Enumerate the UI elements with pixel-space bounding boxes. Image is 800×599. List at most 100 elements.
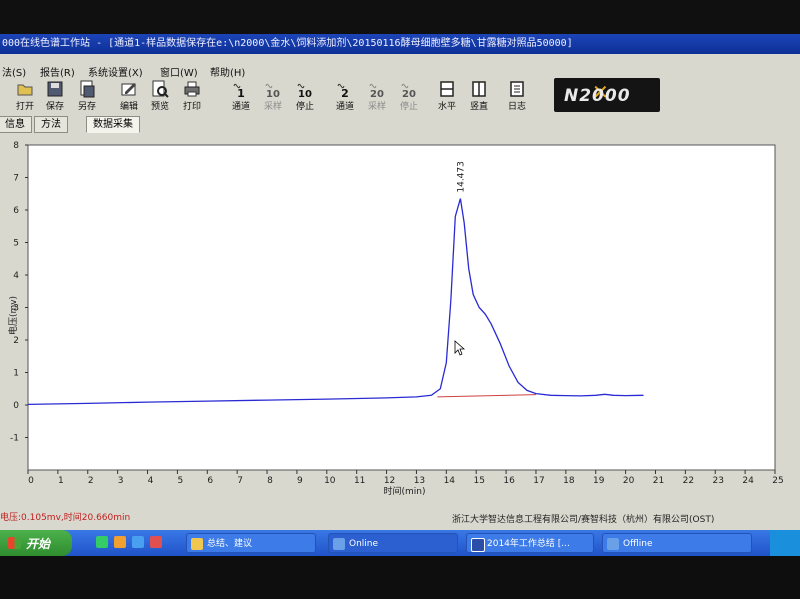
save-button[interactable]: 保存 (38, 80, 72, 112)
open-button[interactable]: 打开 (8, 80, 42, 112)
stop-2-button[interactable]: 20 停止 (392, 80, 426, 112)
tile-horizontal-icon (440, 81, 454, 97)
chromatogram-panel: -1 0 1 2 3 4 5 6 7 8 0 1 2 3 4 5 6 7 8 9 10 11 12 13 14 15 16 17 18… (0, 133, 800, 510)
menu-item-help[interactable]: 帮助(H) (210, 64, 245, 79)
channel-1-button[interactable]: 1 通道 (224, 80, 258, 112)
x-tick-label: 0 (28, 476, 34, 486)
task-online[interactable]: Online (328, 533, 458, 553)
x-tick-label: 2 (88, 476, 94, 486)
menu-item-method[interactable]: 法(S) (2, 64, 26, 79)
x-tick-label: 12 (384, 476, 395, 486)
menu-bar: 法(S) 报告(R) 系统设置(X) 窗口(W) 帮助(H) (0, 62, 800, 79)
print-button[interactable]: 打印 (175, 80, 209, 112)
tile-vertical-button[interactable]: 竖直 (462, 80, 496, 112)
tile-horizontal-button[interactable]: 水平 (430, 80, 464, 112)
x-tick-label: 18 (563, 476, 575, 486)
x-tick-label: 19 (593, 476, 605, 486)
monitor-bezel-bottom (0, 556, 800, 599)
plot-area (27, 144, 776, 471)
start-button[interactable]: 开始 (0, 530, 72, 556)
y-tick-label: 1 (13, 369, 19, 379)
windows-logo-icon (8, 537, 21, 549)
tab-info[interactable]: 信息 (0, 116, 32, 133)
log-button[interactable]: 日志 (500, 80, 534, 112)
quicklaunch-icon[interactable] (132, 536, 144, 548)
channel-2-button[interactable]: 2 通道 (328, 80, 362, 112)
stop-1-button[interactable]: 10 停止 (288, 80, 322, 112)
x-tick-label: 21 (653, 476, 664, 486)
sample-2-button[interactable]: 20 采样 (360, 80, 394, 112)
svg-text:10: 10 (266, 89, 280, 98)
svg-text:20: 20 (402, 89, 416, 98)
chromatogram-chart[interactable]: -1012345678 0 1 2 3 4 5 6 7 8 9 10 11 12 13 14 15 16 17 18… (0, 133, 800, 510)
x-tick-label: 13 (414, 476, 425, 486)
y-axis-ticks: -1012345678 (10, 141, 28, 444)
x-tick-label: 10 (324, 476, 336, 486)
svg-text:1: 1 (237, 87, 245, 98)
preview-button[interactable]: 预览 (143, 80, 177, 112)
x-tick-label: 1 (58, 476, 64, 486)
word-icon (471, 538, 485, 552)
sample-icon: 10 (265, 83, 280, 98)
y-axis-label: 电压(mv) (7, 296, 19, 335)
x-tick-label: 5 (178, 476, 184, 486)
x-axis-ticks: 0 1 2 3 4 5 6 7 8 9 10 11 12 13 14 15 16 17 18 19 20 21 22 23 24… (27, 470, 784, 486)
x-tick-label: 8 (267, 476, 273, 486)
menu-item-report[interactable]: 报告(R) (40, 64, 75, 79)
x-tick-label: 15 (473, 476, 484, 486)
screen: 000在线色谱工作站 - [通道1-样品数据保存在e:\n2000\金水\饲料添… (0, 0, 800, 556)
save-as-icon (80, 80, 95, 98)
svg-text:20: 20 (370, 89, 384, 98)
y-tick-label: 8 (13, 141, 19, 151)
preview-icon (152, 80, 169, 98)
system-tray[interactable] (770, 530, 800, 556)
n2000-logo: ✕ N2000 (554, 78, 660, 112)
log-icon (510, 81, 524, 97)
y-tick-label: 4 (13, 271, 19, 281)
x-tick-label: 14 (444, 476, 456, 486)
save-as-button[interactable]: 另存 (70, 80, 104, 112)
x-tick-label: 20 (623, 476, 635, 486)
menu-item-window[interactable]: 窗口(W) (160, 64, 198, 79)
status-company: 浙江大学智达信息工程有限公司/赛智科技（杭州）有限公司(OST) (452, 515, 715, 525)
svg-text:2: 2 (341, 87, 349, 98)
sample-1-button[interactable]: 10 采样 (256, 80, 290, 112)
folder-open-icon (17, 84, 33, 96)
x-tick-label: 25 (772, 476, 783, 486)
print-icon (184, 81, 200, 97)
y-tick-label: 7 (13, 174, 19, 184)
quicklaunch-icon[interactable] (150, 536, 162, 548)
quicklaunch-icon[interactable] (96, 536, 108, 548)
menu-item-settings[interactable]: 系统设置(X) (88, 64, 143, 79)
task-offline[interactable]: Offline (602, 533, 752, 553)
status-readout: 电压:0.105mv,时间20.660min (0, 513, 131, 523)
x-tick-label: 23 (713, 476, 724, 486)
x-tick-label: 4 (148, 476, 154, 486)
x-tick-label: 11 (354, 476, 365, 486)
x-axis-label: 时间(min) (383, 485, 425, 497)
folder-icon (191, 538, 203, 550)
peak-label: 14.473 (456, 161, 466, 193)
stop-2-icon: 20 (401, 83, 416, 98)
tab-data-acquisition[interactable]: 数据采集 (86, 116, 140, 133)
x-tick-label: 16 (503, 476, 515, 486)
y-tick-label: -1 (10, 434, 19, 444)
y-tick-label: 2 (13, 336, 19, 346)
quicklaunch-icon[interactable] (114, 536, 126, 548)
channel-1-icon: 1 (233, 83, 245, 98)
tab-method[interactable]: 方法 (34, 116, 68, 133)
channel-2-icon: 2 (337, 83, 349, 98)
task-folder[interactable]: 总结、建议 (186, 533, 316, 553)
save-icon (47, 81, 63, 97)
x-tick-label: 9 (297, 476, 303, 486)
x-tick-label: 7 (237, 476, 243, 486)
window-title: 000在线色谱工作站 - [通道1-样品数据保存在e:\n2000\金水\饲料添… (0, 34, 800, 54)
toolbar: 打开 保存 另存 编辑 预览 打印 1 通道 10 采样 10 停止 2 通道 … (0, 78, 800, 114)
task-word[interactable]: 2014年工作总结 [... (466, 533, 594, 553)
tile-vertical-icon (472, 81, 486, 97)
taskbar: 开始 总结、建议 Online 2014年工作总结 [... Offline (0, 530, 800, 556)
app-icon (333, 538, 345, 550)
stop-icon: 10 (297, 83, 312, 98)
x-tick-label: 22 (683, 476, 694, 486)
edit-button[interactable]: 编辑 (112, 80, 146, 112)
